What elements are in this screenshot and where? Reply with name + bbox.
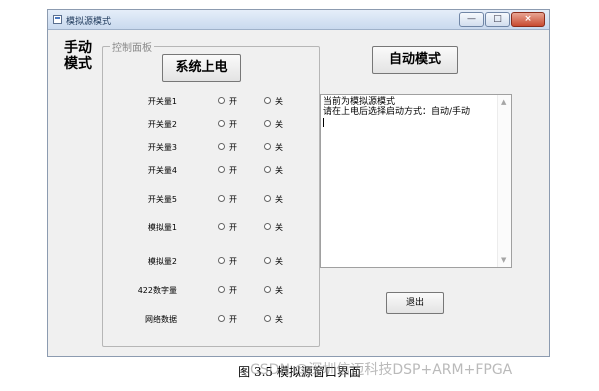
radio-on[interactable]: 开: [218, 118, 237, 132]
row-label: 开关量4: [147, 166, 177, 175]
radio-off-label: 关: [275, 143, 283, 152]
maximize-button[interactable]: □: [485, 12, 510, 27]
radio-off-label: 关: [275, 257, 283, 266]
auto-mode-button[interactable]: 自动模式: [372, 46, 458, 74]
radio-off[interactable]: 关: [264, 95, 283, 109]
radio-on[interactable]: 开: [218, 313, 237, 327]
radio-circle-icon: [264, 166, 271, 173]
radio-circle-icon: [218, 97, 225, 104]
radio-on[interactable]: 开: [218, 255, 237, 269]
system-power-button[interactable]: 系统上电: [162, 54, 241, 82]
radio-off[interactable]: 关: [264, 313, 283, 327]
radio-circle-icon: [218, 143, 225, 150]
analog-row: 模拟量1 开 关: [102, 221, 320, 235]
radio-circle-icon: [218, 120, 225, 127]
radio-off[interactable]: 关: [264, 221, 283, 235]
radio-off-label: 关: [275, 97, 283, 106]
row-label: 开关量5: [147, 195, 177, 204]
radio-on-label: 开: [229, 315, 237, 324]
switch-row: 开关量5 开 关: [102, 193, 320, 207]
row-label: 模拟量2: [147, 257, 177, 266]
radio-circle-icon: [264, 315, 271, 322]
radio-off[interactable]: 关: [264, 193, 283, 207]
radio-on[interactable]: 开: [218, 141, 237, 155]
radio-on[interactable]: 开: [218, 221, 237, 235]
radio-off-label: 关: [275, 315, 283, 324]
switch-row: 开关量2 开 关: [102, 118, 320, 132]
radio-circle-icon: [264, 286, 271, 293]
log-line: 当前为模拟源模式: [323, 97, 396, 107]
radio-circle-icon: [218, 223, 225, 230]
radio-off-label: 关: [275, 223, 283, 232]
scroll-up-icon[interactable]: ▲: [501, 98, 506, 106]
radio-circle-icon: [218, 166, 225, 173]
radio-off-label: 关: [275, 286, 283, 295]
radio-circle-icon: [218, 286, 225, 293]
log-line: 请在上电后选择启动方式：自动/手动: [323, 107, 471, 117]
radio-on-label: 开: [229, 257, 237, 266]
window-title: 模拟源模式: [66, 17, 112, 27]
radio-circle-icon: [264, 143, 271, 150]
exit-button[interactable]: 退出: [386, 292, 444, 314]
radio-on[interactable]: 开: [218, 164, 237, 178]
radio-off[interactable]: 关: [264, 141, 283, 155]
row-label: 422数字量: [137, 286, 177, 295]
main-window: 模拟源模式 — □ × 手动模式 控制面板 系统上电 开关量1 开 关 开关量2…: [47, 9, 550, 357]
radio-off[interactable]: 关: [264, 255, 283, 269]
status-log-textarea[interactable]: 当前为模拟源模式 请在上电后选择启动方式：自动/手动 ▲ ▼: [320, 94, 512, 268]
row-label: 开关量1: [147, 97, 177, 106]
row-label: 网络数据: [145, 315, 177, 324]
radio-circle-icon: [218, 315, 225, 322]
radio-on-label: 开: [229, 166, 237, 175]
log-scrollbar[interactable]: ▲ ▼: [497, 95, 511, 267]
radio-off-label: 关: [275, 120, 283, 129]
radio-on-label: 开: [229, 120, 237, 129]
radio-circle-icon: [264, 223, 271, 230]
radio-off-label: 关: [275, 195, 283, 204]
text-cursor: [323, 118, 324, 127]
digital-row: 422数字量 开 关: [102, 284, 320, 298]
network-row: 网络数据 开 关: [102, 313, 320, 327]
switch-row: 开关量1 开 关: [102, 95, 320, 109]
log-content: 当前为模拟源模式 请在上电后选择启动方式：自动/手动: [323, 97, 497, 127]
radio-off[interactable]: 关: [264, 164, 283, 178]
radio-on[interactable]: 开: [218, 193, 237, 207]
switch-row: 开关量3 开 关: [102, 141, 320, 155]
radio-circle-icon: [264, 97, 271, 104]
close-button[interactable]: ×: [511, 12, 545, 27]
radio-circle-icon: [264, 257, 271, 264]
manual-mode-label: 手动模式: [64, 40, 92, 72]
radio-on[interactable]: 开: [218, 95, 237, 109]
control-panel-title: 控制面板: [110, 39, 154, 54]
minimize-button[interactable]: —: [459, 12, 484, 27]
watermark: CSDN @深圳信迈科技DSP+ARM+FPGA: [250, 362, 513, 378]
radio-on-label: 开: [229, 286, 237, 295]
radio-off[interactable]: 关: [264, 284, 283, 298]
row-label: 开关量2: [147, 120, 177, 129]
radio-on-label: 开: [229, 223, 237, 232]
radio-on[interactable]: 开: [218, 284, 237, 298]
row-label: 开关量3: [147, 143, 177, 152]
app-icon: [53, 15, 62, 24]
radio-circle-icon: [264, 195, 271, 202]
radio-circle-icon: [218, 257, 225, 264]
scroll-down-icon[interactable]: ▼: [501, 256, 506, 264]
radio-circle-icon: [218, 195, 225, 202]
row-label: 模拟量1: [147, 223, 177, 232]
switch-row: 开关量4 开 关: [102, 164, 320, 178]
radio-on-label: 开: [229, 195, 237, 204]
radio-off-label: 关: [275, 166, 283, 175]
analog-row: 模拟量2 开 关: [102, 255, 320, 269]
radio-on-label: 开: [229, 143, 237, 152]
radio-on-label: 开: [229, 97, 237, 106]
radio-circle-icon: [264, 120, 271, 127]
radio-off[interactable]: 关: [264, 118, 283, 132]
title-bar[interactable]: 模拟源模式 — □ ×: [48, 10, 549, 30]
